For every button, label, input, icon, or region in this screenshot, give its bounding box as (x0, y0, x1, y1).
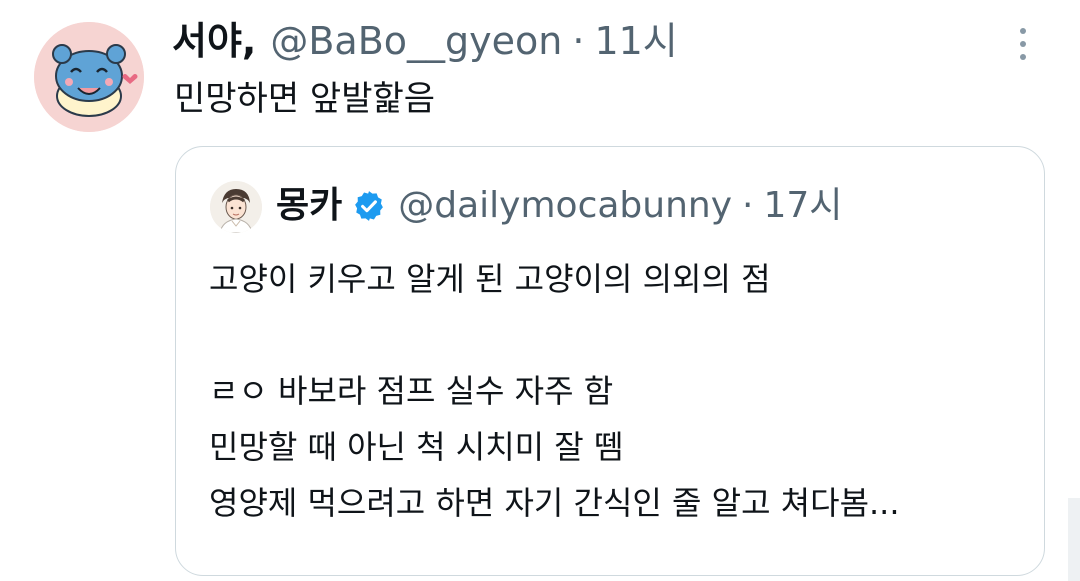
separator-dot: · (572, 19, 585, 63)
more-vertical-icon[interactable] (1010, 24, 1036, 64)
quoted-line: 영양제 먹으려고 하면 자기 간식인 줄 알고 쳐다봄... (209, 484, 900, 522)
quoted-user-handle[interactable]: @dailymocabunny (398, 183, 732, 229)
avatar[interactable] (34, 22, 144, 132)
illustrated-person-icon (210, 181, 262, 233)
user-handle[interactable]: @BaBo__gyeon (270, 18, 562, 64)
quoted-avatar[interactable] (210, 181, 262, 233)
verified-badge-icon (355, 191, 384, 221)
quoted-line: 민망할 때 아닌 척 시치미 잘 뗌 (209, 428, 624, 466)
blue-cartoon-creature-icon (34, 22, 144, 132)
more-dot (1020, 41, 1026, 47)
quoted-timestamp[interactable]: 17시 (763, 183, 842, 229)
more-dot (1020, 28, 1026, 34)
tweet-timestamp[interactable]: 11시 (594, 18, 677, 64)
more-dot (1020, 54, 1026, 60)
quoted-tweet-card[interactable]: 몽카 @dailymocabunny · 17시 고양이 키우고 알게 된 고양… (175, 146, 1045, 576)
quoted-line: ㄹㅇ 바보라 점프 실수 자주 함 (209, 372, 614, 410)
quoted-line (209, 307, 900, 363)
quoted-display-name[interactable]: 몽카 (276, 183, 342, 229)
quoted-line: 고양이 키우고 알게 된 고양이의 의외의 점 (209, 260, 771, 298)
scrollbar-track[interactable] (1068, 498, 1080, 581)
display-name[interactable]: 서야, (172, 18, 256, 64)
quoted-tweet-header: 몽카 @dailymocabunny · 17시 (276, 183, 842, 229)
quoted-tweet-text: 고양이 키우고 알게 된 고양이의 의외의 점 ㄹㅇ 바보라 점프 실수 자주 … (209, 251, 900, 531)
tweet-header: 서야, @BaBo__gyeon · 11시 (172, 18, 678, 64)
tweet-text: 민망하면 앞발핥음 (174, 79, 436, 119)
separator-dot: · (742, 185, 754, 226)
